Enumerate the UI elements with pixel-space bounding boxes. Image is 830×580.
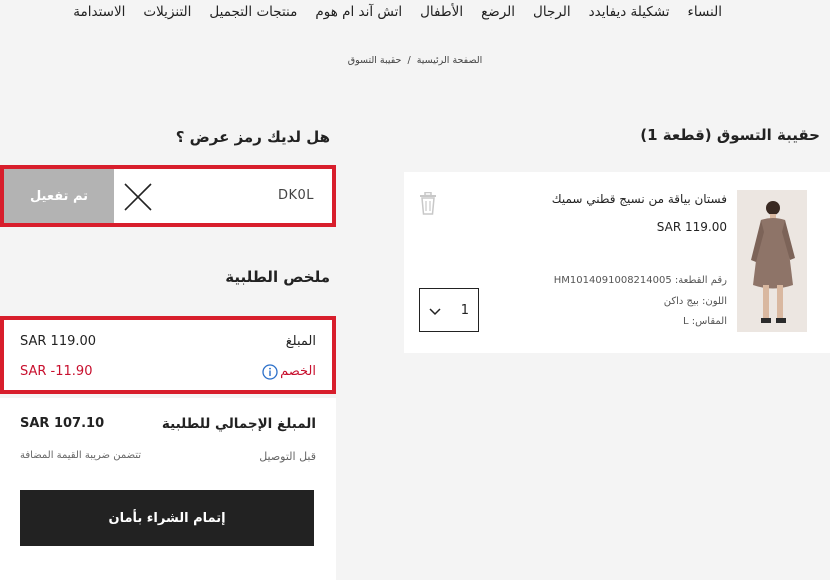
promo-activated-button[interactable]: تم تفعيل (4, 169, 114, 223)
promo-code-box: تم تفعيل DK0L (0, 165, 336, 227)
nav-sustainability[interactable]: الاستدامة (73, 4, 125, 26)
cart-item-card: فستان بياقة من نسيج قطني سميك SAR 119.00… (404, 172, 830, 353)
product-size: المقاس: L (682, 316, 727, 327)
product-image[interactable] (737, 190, 807, 332)
nav-beauty[interactable]: منتجات التجميل (209, 4, 297, 26)
before-delivery-note: قبل التوصيل (259, 450, 316, 463)
breadcrumb-current: حقيبة التسوق (347, 55, 402, 66)
quantity-value: 1 (460, 302, 469, 318)
total-label: المبلغ الإجمالي للطلبية (161, 416, 316, 432)
amount-value: SAR 119.00 (20, 334, 97, 349)
product-name[interactable]: فستان بياقة من نسيج قطني سميك (552, 192, 727, 206)
nav-divided[interactable]: تشكيلة ديفايدد (589, 4, 670, 26)
order-summary-box: المبلغ SAR 119.00 الخصم SAR -11.90 (0, 316, 336, 394)
amount-label: المبلغ (285, 334, 316, 349)
breadcrumb-separator: / (407, 55, 411, 66)
breadcrumb-home[interactable]: الصفحة الرئيسية (417, 55, 483, 66)
quantity-select[interactable]: 1 (419, 288, 479, 332)
info-icon[interactable] (262, 364, 278, 380)
order-total-area: المبلغ الإجمالي للطلبية SAR 107.10 قبل ا… (0, 398, 336, 580)
product-color: اللون: بيج داكن (663, 296, 727, 307)
close-icon[interactable] (122, 181, 154, 213)
nav-sale[interactable]: التنزيلات (143, 4, 191, 26)
total-value: SAR 107.10 (20, 416, 105, 431)
nav-baby[interactable]: الرضع (481, 4, 515, 26)
promo-code-field[interactable]: DK0L (278, 188, 314, 203)
checkout-button[interactable]: إتمام الشراء بأمان (20, 490, 314, 546)
vat-note: تتضمن ضريبة القيمة المضافة (20, 450, 142, 461)
trash-icon[interactable] (418, 191, 438, 216)
order-summary-title: ملخص الطلبية (225, 268, 330, 286)
product-figure (751, 201, 795, 323)
product-article-number: رقم القطعة: HM1014091008214005 (553, 275, 727, 286)
main-nav: النساء تشكيلة ديفايدد الرجال الرضع الأطف… (73, 4, 730, 26)
nav-home[interactable]: اتش آند ام هوم (315, 4, 402, 26)
nav-kids[interactable]: الأطفال (420, 4, 463, 26)
nav-men[interactable]: الرجال (533, 4, 571, 26)
promo-question: هل لديك رمز عرض ؟ (175, 128, 330, 146)
discount-value: SAR -11.90 (20, 364, 93, 379)
discount-label: الخصم (280, 364, 316, 379)
breadcrumb: الصفحة الرئيسية / حقيبة التسوق (0, 55, 830, 66)
cart-title: حقيبة التسوق (قطعة 1) (640, 126, 820, 144)
nav-women[interactable]: النساء (688, 4, 722, 26)
product-price: SAR 119.00 (656, 220, 727, 234)
chevron-down-icon (429, 301, 441, 320)
